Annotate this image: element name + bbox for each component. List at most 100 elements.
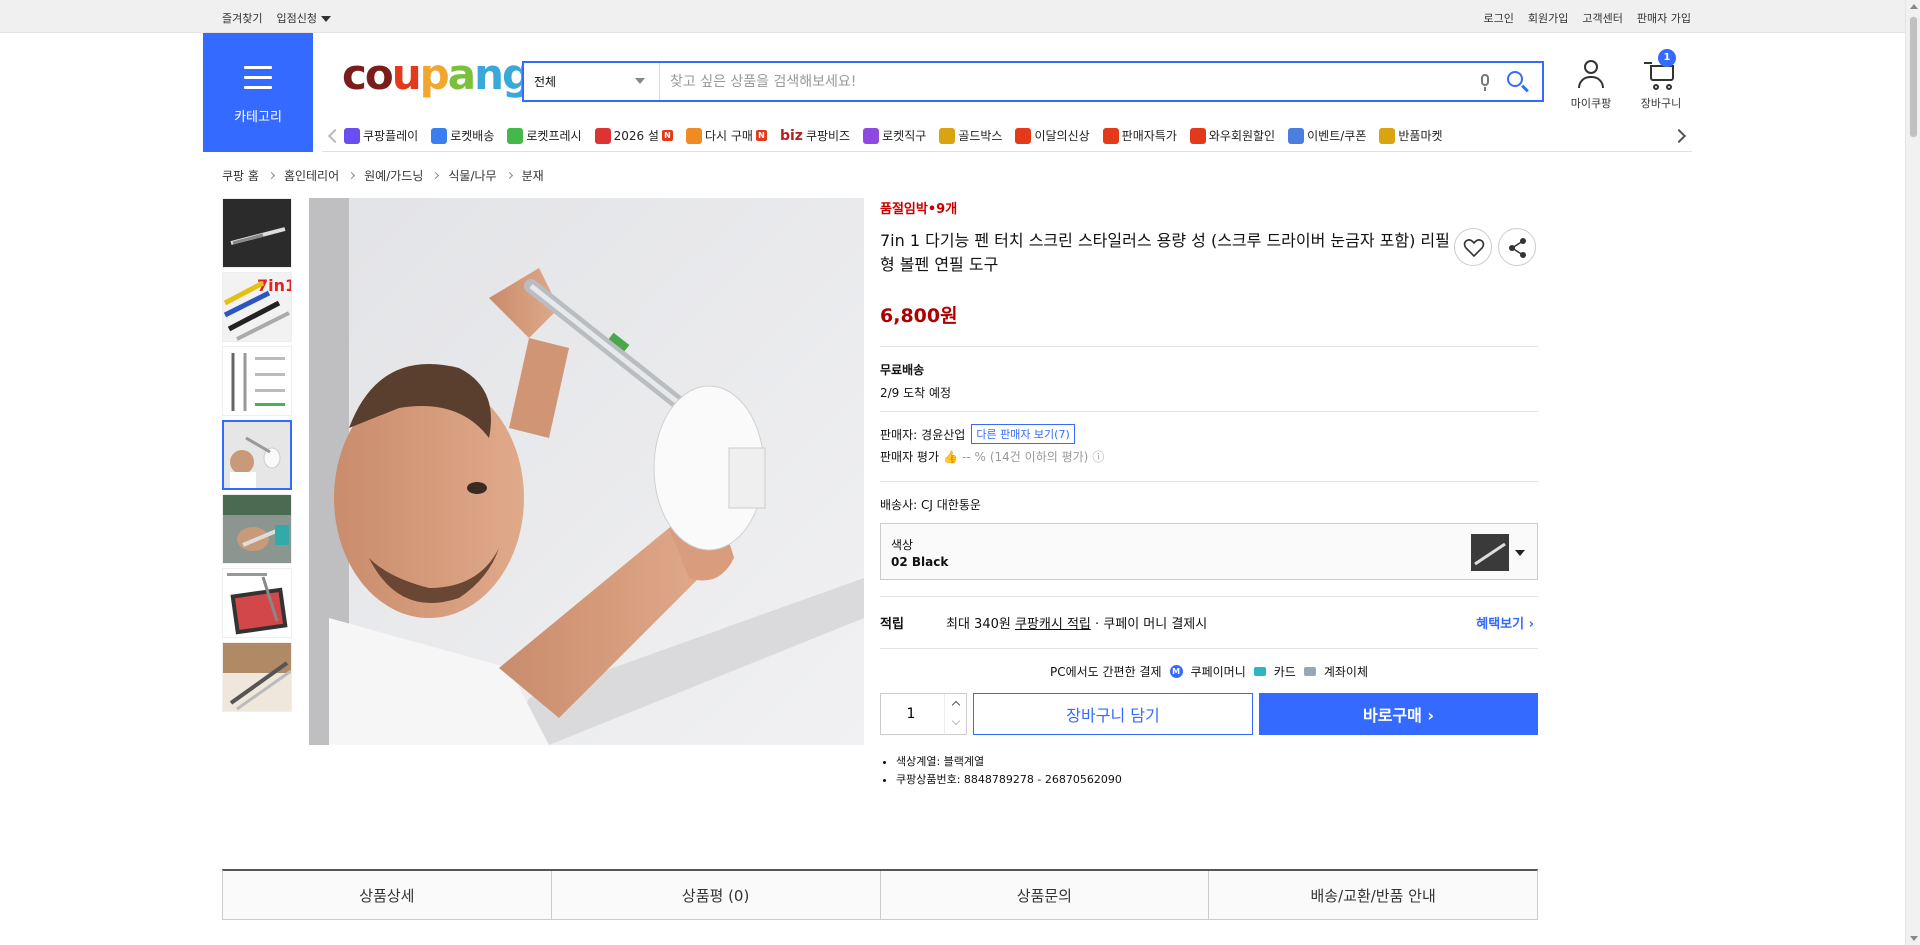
hamburger-icon <box>244 66 272 96</box>
search-category-select[interactable]: 전체 <box>524 63 660 100</box>
search-input[interactable] <box>660 63 1474 100</box>
nav-next-icon[interactable] <box>1670 125 1692 147</box>
seller-apply-link[interactable]: 입점신청 <box>276 10 331 26</box>
signup-link[interactable]: 회원가입 <box>1528 10 1568 26</box>
rocket-fresh-icon <box>507 127 524 144</box>
new-badge-icon: N <box>755 130 767 141</box>
nav-item-9[interactable]: 판매자특가 <box>1102 127 1177 144</box>
thumbnail-7[interactable] <box>222 642 292 712</box>
nav-item-12[interactable]: 반품마켓 <box>1379 127 1443 144</box>
benefits-link[interactable]: 혜택보기 › <box>1476 613 1534 632</box>
mypage-button[interactable]: 마이쿠팡 <box>1561 59 1621 111</box>
top-utility-bar: 즐겨찾기 입점신청 로그인 회원가입 고객센터 판매자 가입 <box>0 0 1905 33</box>
login-link[interactable]: 로그인 <box>1484 10 1514 26</box>
thumbnail-6[interactable] <box>222 568 292 638</box>
breadcrumb-item[interactable]: 원예/가드닝 <box>364 167 423 184</box>
shipping-label: 무료배송 <box>880 363 925 377</box>
nav-item-10[interactable]: 와우회원할인 <box>1189 127 1276 144</box>
buy-now-button[interactable]: 바로구매 › <box>1259 693 1538 735</box>
breadcrumb-item[interactable]: 홈인테리어 <box>284 167 339 184</box>
nav-item-label: 이벤트/쿠폰 <box>1307 129 1367 143</box>
scrollbar-thumb[interactable] <box>1909 16 1918 138</box>
cart-button[interactable]: 1 장바구니 <box>1630 49 1692 111</box>
quantity-increase-icon[interactable] <box>945 694 966 714</box>
buy-now-label: 바로구매 <box>1362 706 1422 725</box>
stock-badge: 품절임박•9개 <box>880 202 958 217</box>
thumbnail-3[interactable] <box>222 346 292 416</box>
nav-item-label: 골드박스 <box>958 129 1003 143</box>
search-icon[interactable] <box>1504 68 1532 96</box>
nav-item-label: 이달의신상 <box>1034 129 1090 143</box>
coupay-icon: M <box>1169 664 1183 678</box>
nav-item-5[interactable]: biz 쿠팡비즈 <box>780 127 850 144</box>
tab-reviews[interactable]: 상품평 (0) <box>551 871 881 919</box>
vertical-scrollbar[interactable] <box>1905 0 1920 945</box>
coupang-logo[interactable]: coupang <box>342 54 532 96</box>
biz-icon: biz <box>779 127 803 144</box>
color-option-select[interactable]: 색상 02 Black <box>880 523 1538 580</box>
nav-item-2[interactable]: 로켓프레시 <box>507 127 582 144</box>
product-title: 7in 1 다기능 펜 터치 스크린 스타일러스 용량 성 (스크루 드라이버 … <box>880 231 1450 274</box>
pay-method-coupay: 쿠페이머니 <box>1190 664 1246 679</box>
wow-icon <box>1189 127 1206 144</box>
scroll-down-icon[interactable] <box>1910 936 1918 941</box>
attribute-product-number: 쿠팡상품번호: 8848789278 - 26870562090 <box>896 771 1538 789</box>
carrier-name: CJ 대한통운 <box>921 498 981 512</box>
option-swatch-image <box>1471 534 1509 571</box>
reward-link[interactable]: 쿠팡캐시 적립 <box>1015 613 1091 632</box>
nav-item-7[interactable]: 골드박스 <box>939 127 1002 144</box>
market-icon <box>1379 127 1396 144</box>
nav-item-label: 로켓프레시 <box>526 129 582 143</box>
chevron-right-icon <box>267 171 275 180</box>
seller-name[interactable]: 경윤산업 <box>921 426 965 443</box>
add-to-cart-button[interactable]: 장바구니 담기 <box>973 693 1253 735</box>
search-bar: 전체 <box>522 61 1544 102</box>
card-icon <box>1253 666 1266 676</box>
nav-item-3[interactable]: 2026 설N <box>594 127 673 144</box>
chevron-right-icon <box>505 171 513 180</box>
thumbnail-5[interactable] <box>222 494 292 564</box>
caret-down-icon <box>320 16 331 22</box>
seller-signup-link[interactable]: 판매자 가입 <box>1637 10 1691 26</box>
chevron-right-icon <box>432 171 440 180</box>
top-right-links: 로그인 회원가입 고객센터 판매자 가입 <box>1484 10 1691 26</box>
breadcrumb-item[interactable]: 식물/나무 <box>448 167 496 184</box>
breadcrumb-item[interactable]: 분재 <box>522 167 544 184</box>
nav-item-label: 와우회원할인 <box>1208 129 1276 143</box>
nav-item-1[interactable]: 로켓배송 <box>431 127 494 144</box>
nav-item-4[interactable]: 다시 구매 N <box>685 127 767 144</box>
pay-method-card: 카드 <box>1273 664 1296 679</box>
scroll-up-icon[interactable] <box>1910 4 1918 9</box>
thumbnail-4-selected[interactable] <box>222 420 292 490</box>
info-icon[interactable]: ⓘ <box>1092 448 1104 465</box>
nav-item-8[interactable]: 이달의신상 <box>1015 127 1090 144</box>
thumbnail-1[interactable] <box>222 198 292 268</box>
category-menu-button[interactable]: 카테고리 <box>203 33 313 152</box>
thumbnail-2[interactable]: 7in1 <box>222 272 292 342</box>
product-main-image[interactable] <box>309 198 864 745</box>
share-button[interactable] <box>1498 228 1536 266</box>
quantity-decrease-icon[interactable] <box>945 714 966 734</box>
customer-center-link[interactable]: 고객센터 <box>1582 10 1622 26</box>
product-price: 6,800원 <box>880 301 1538 347</box>
nav-item-label: 반품마켓 <box>1398 129 1443 143</box>
tab-shipping-returns[interactable]: 배송/교환/반품 안내 <box>1209 871 1537 919</box>
tab-detail[interactable]: 상품상세 <box>223 871 552 919</box>
seller-rating-value: -- % <box>961 449 986 464</box>
reward-label: 적립 <box>880 617 904 632</box>
quantity-input[interactable] <box>881 706 941 722</box>
wishlist-button[interactable] <box>1454 228 1492 266</box>
other-sellers-button[interactable]: 다른 판매자 보기(7) <box>971 424 1075 444</box>
search-category-value: 전체 <box>534 75 557 89</box>
nav-item-label: 다시 구매 <box>704 129 753 143</box>
nav-prev-icon[interactable] <box>322 125 344 147</box>
microphone-icon[interactable] <box>1474 71 1496 93</box>
nav-item-11[interactable]: 이벤트/쿠폰 <box>1288 127 1366 144</box>
breadcrumb-item[interactable]: 쿠팡 홈 <box>222 167 259 184</box>
bookmark-link[interactable]: 즐겨찾기 <box>222 10 262 26</box>
nav-item-6[interactable]: 로켓직구 <box>863 127 926 144</box>
tab-inquiry[interactable]: 상품문의 <box>880 871 1210 919</box>
thumbnail-list: 7in1 <box>222 198 294 716</box>
nav-item-0[interactable]: 쿠팡플레이 <box>344 127 418 144</box>
globe-icon <box>863 127 880 144</box>
